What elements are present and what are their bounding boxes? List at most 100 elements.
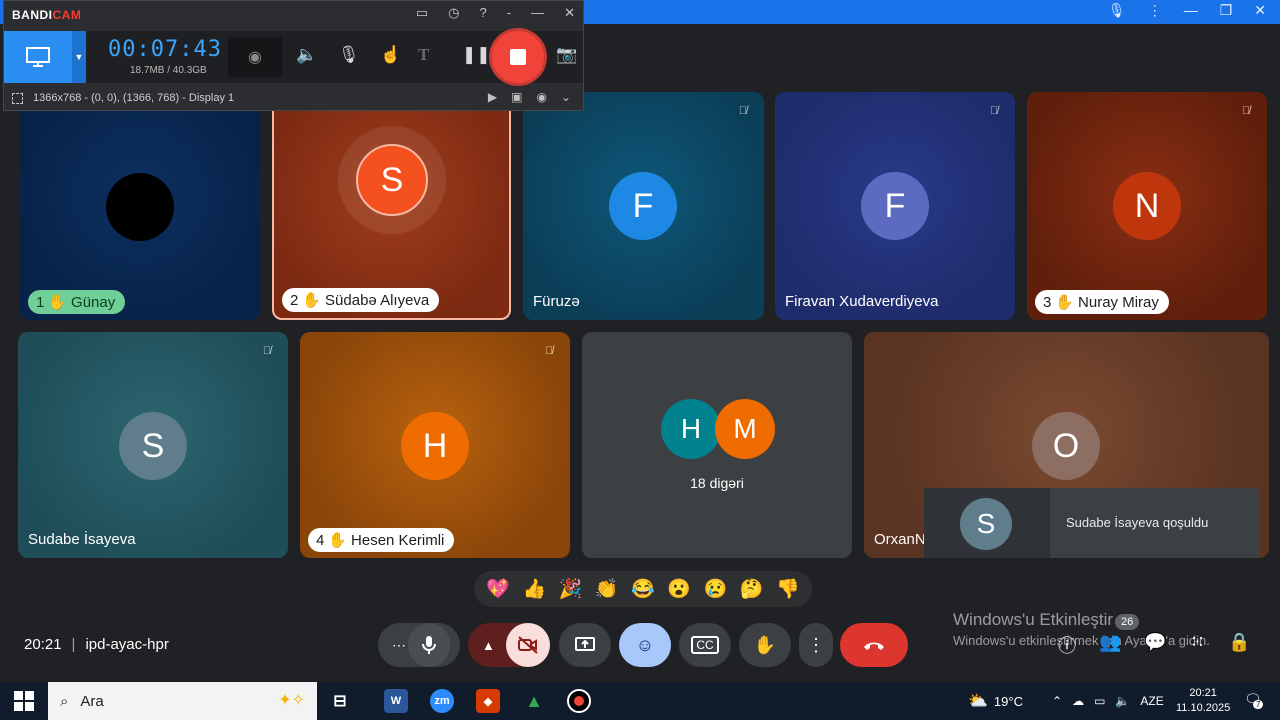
task-view-icon[interactable]: ⊟ xyxy=(328,689,352,713)
reaction-thumbs-down[interactable]: 👎 xyxy=(776,577,800,601)
onedrive-icon[interactable]: ☁ xyxy=(1072,694,1084,708)
chat-icon[interactable]: 💬 xyxy=(1144,632,1166,658)
host-controls-icon[interactable]: 🔒 xyxy=(1228,632,1250,658)
recording-timer: 00:07:43 xyxy=(108,37,222,62)
audio-icon[interactable]: ◉ xyxy=(536,90,546,104)
leave-call-button[interactable] xyxy=(840,623,908,667)
expand-chevron-icon[interactable]: ⌄ xyxy=(561,90,571,104)
bandicam-footer: 1366x768 - (0, 0), (1366, 768) - Display… xyxy=(4,85,583,111)
raised-hand-icon: ✋ xyxy=(302,292,322,309)
avatar xyxy=(106,173,174,241)
participant-name: Südabə Alıyeva xyxy=(325,291,430,309)
mic-control-group: ⋯ xyxy=(378,623,460,667)
others-tile[interactable]: H M 18 digəri xyxy=(582,332,852,558)
region-select-icon[interactable] xyxy=(12,92,23,104)
webcam-icon: ◉ xyxy=(248,49,262,66)
mic-icon[interactable]: 🎙 xyxy=(338,45,360,65)
taskbar-search[interactable]: ⌕ Ara ✦✧ xyxy=(48,682,317,720)
participant-tile-nuray[interactable]: 🎙̸ N 3 ✋ Nuray Miray xyxy=(1027,92,1267,320)
close-button[interactable]: ✕ xyxy=(564,5,575,21)
bandicam-toolbar: ▼ 00:07:43 18.7MB / 40.3GB ◉ 🔈 🎙 ☝ T ❚❚ … xyxy=(4,31,583,83)
mode-dropdown[interactable]: ▼ xyxy=(72,31,86,83)
avatar: O xyxy=(1032,412,1100,480)
participant-tile-sudabe-aliyeva[interactable]: S 2 ✋ Südabə Alıyeva xyxy=(272,92,511,320)
restore-window-button[interactable]: ❐ xyxy=(1220,2,1233,19)
battery-icon[interactable]: ▭ xyxy=(1094,694,1105,708)
notification-count: 7 xyxy=(1253,700,1264,709)
people-icon[interactable]: 👥 xyxy=(1099,632,1121,658)
close-window-button[interactable]: ✕ xyxy=(1254,2,1266,19)
bandicam-app-icon[interactable] xyxy=(567,689,591,713)
pause-button[interactable]: ❚❚ xyxy=(462,45,491,65)
reaction-party[interactable]: 🎉 xyxy=(559,577,583,601)
participant-tile-furuze[interactable]: 🎙̸ F Füruzə xyxy=(523,92,764,320)
activities-icon[interactable]: ⁙ xyxy=(1190,632,1205,658)
clock-icon[interactable]: ◷ xyxy=(448,5,459,21)
language-indicator[interactable]: AZE xyxy=(1140,694,1163,708)
start-button[interactable] xyxy=(0,682,48,720)
more-vert-icon[interactable]: ⋮ xyxy=(1148,2,1162,19)
clock[interactable]: 20:21 11.10.2025 xyxy=(1176,686,1230,716)
image-icon[interactable]: ▣ xyxy=(511,90,522,104)
join-notification: S Sudabe İsayeva qoşuldu xyxy=(924,488,1260,558)
reaction-sad[interactable]: 😢 xyxy=(704,577,728,601)
collapse-button[interactable]: — xyxy=(531,5,544,21)
reaction-clap[interactable]: 👏 xyxy=(595,577,619,601)
text-overlay-icon[interactable]: T xyxy=(418,45,429,65)
word-app-icon[interactable]: W xyxy=(384,689,408,713)
participant-tile-gunay[interactable]: 1 ✋ Günay xyxy=(20,92,260,320)
avatar: S xyxy=(356,144,428,216)
stop-recording-button[interactable] xyxy=(492,31,544,83)
participant-tile-hesen[interactable]: 🎙̸ H 4 ✋ Hesen Kerimli xyxy=(300,332,570,558)
folder-icon[interactable]: ▭ xyxy=(416,5,428,21)
windows-taskbar: ⌕ Ara ✦✧ ⊟ W zm ◆ ▲ ⛅ 19°C ⌃ ☁ ▭ 🔈 AZE 2… xyxy=(0,682,1280,720)
present-screen-icon xyxy=(575,637,595,651)
avatar: S xyxy=(960,498,1012,550)
participant-name: Firavan Xudaverdiyeva xyxy=(785,293,939,310)
reactions-button[interactable]: ☺ xyxy=(619,623,671,667)
participant-tile-sudabe-isayeva[interactable]: 🎙̸ S Sudabe İsayeva xyxy=(18,332,288,558)
captions-button[interactable]: CC xyxy=(679,623,731,667)
minimize-button[interactable]: - xyxy=(507,5,511,21)
reaction-heart[interactable]: 💖 xyxy=(486,577,510,601)
avatar: F xyxy=(609,172,677,240)
avatar: N xyxy=(1113,172,1181,240)
audio-options-button[interactable]: ⋯ xyxy=(392,637,406,654)
search-icon: ⌕ xyxy=(60,692,69,710)
show-hidden-icons[interactable]: ⌃ xyxy=(1052,694,1062,708)
search-placeholder: Ara xyxy=(80,692,104,710)
mic-button[interactable] xyxy=(408,623,450,667)
present-screen-button[interactable] xyxy=(559,623,611,667)
weather-widget[interactable]: ⛅ 19°C xyxy=(968,682,1023,720)
bandicam-recorder: BANDICAM ▭ ◷ ? - — ✕ ▼ 00:07:43 18.7MB /… xyxy=(3,0,584,111)
mic-icon[interactable]: 🎙 xyxy=(1108,2,1126,19)
screenshot-icon[interactable]: 📷 xyxy=(556,45,577,65)
copilot-sparkle-icon: ✦✧ xyxy=(278,692,305,709)
cursor-effect-icon[interactable]: ☝ xyxy=(380,45,401,65)
participant-tile-firavan[interactable]: 🎙̸ F Firavan Xudaverdiyeva xyxy=(775,92,1015,320)
raise-hand-button[interactable]: ✋ xyxy=(739,623,791,667)
notifications-button[interactable]: 🗨 7 xyxy=(1244,691,1264,709)
raised-hand-name-pill: 4 ✋ Hesen Kerimli xyxy=(308,528,455,552)
office-app-icon[interactable]: ◆ xyxy=(476,689,500,713)
help-icon[interactable]: ? xyxy=(480,5,487,21)
speaker-icon[interactable]: 🔈 xyxy=(296,45,317,65)
more-options-button[interactable]: ⋮ xyxy=(799,623,833,667)
zoom-app-icon[interactable]: zm xyxy=(430,689,454,713)
reaction-thumbs-up[interactable]: 👍 xyxy=(522,577,546,601)
drive-app-icon[interactable]: ▲ xyxy=(522,689,546,713)
video-options-button[interactable]: ▲ xyxy=(482,638,495,653)
reaction-surprised[interactable]: 😮 xyxy=(667,577,691,601)
camera-off-button[interactable] xyxy=(506,623,550,667)
avatar: F xyxy=(861,172,929,240)
minimize-window-button[interactable]: — xyxy=(1184,2,1198,19)
meeting-code: ipd-ayac-hpr xyxy=(85,636,169,653)
meeting-details-icon[interactable]: ⓘ xyxy=(1058,632,1076,658)
reaction-thinking[interactable]: 🤔 xyxy=(740,577,764,601)
screen-mode-button[interactable] xyxy=(4,31,72,83)
bandicam-logo: BANDICAM xyxy=(12,8,82,22)
reaction-laugh[interactable]: 😂 xyxy=(631,577,655,601)
volume-icon[interactable]: 🔈 xyxy=(1115,694,1130,708)
video-icon[interactable]: ▶ xyxy=(488,90,497,104)
webcam-overlay-button[interactable]: ◉ xyxy=(228,37,282,77)
